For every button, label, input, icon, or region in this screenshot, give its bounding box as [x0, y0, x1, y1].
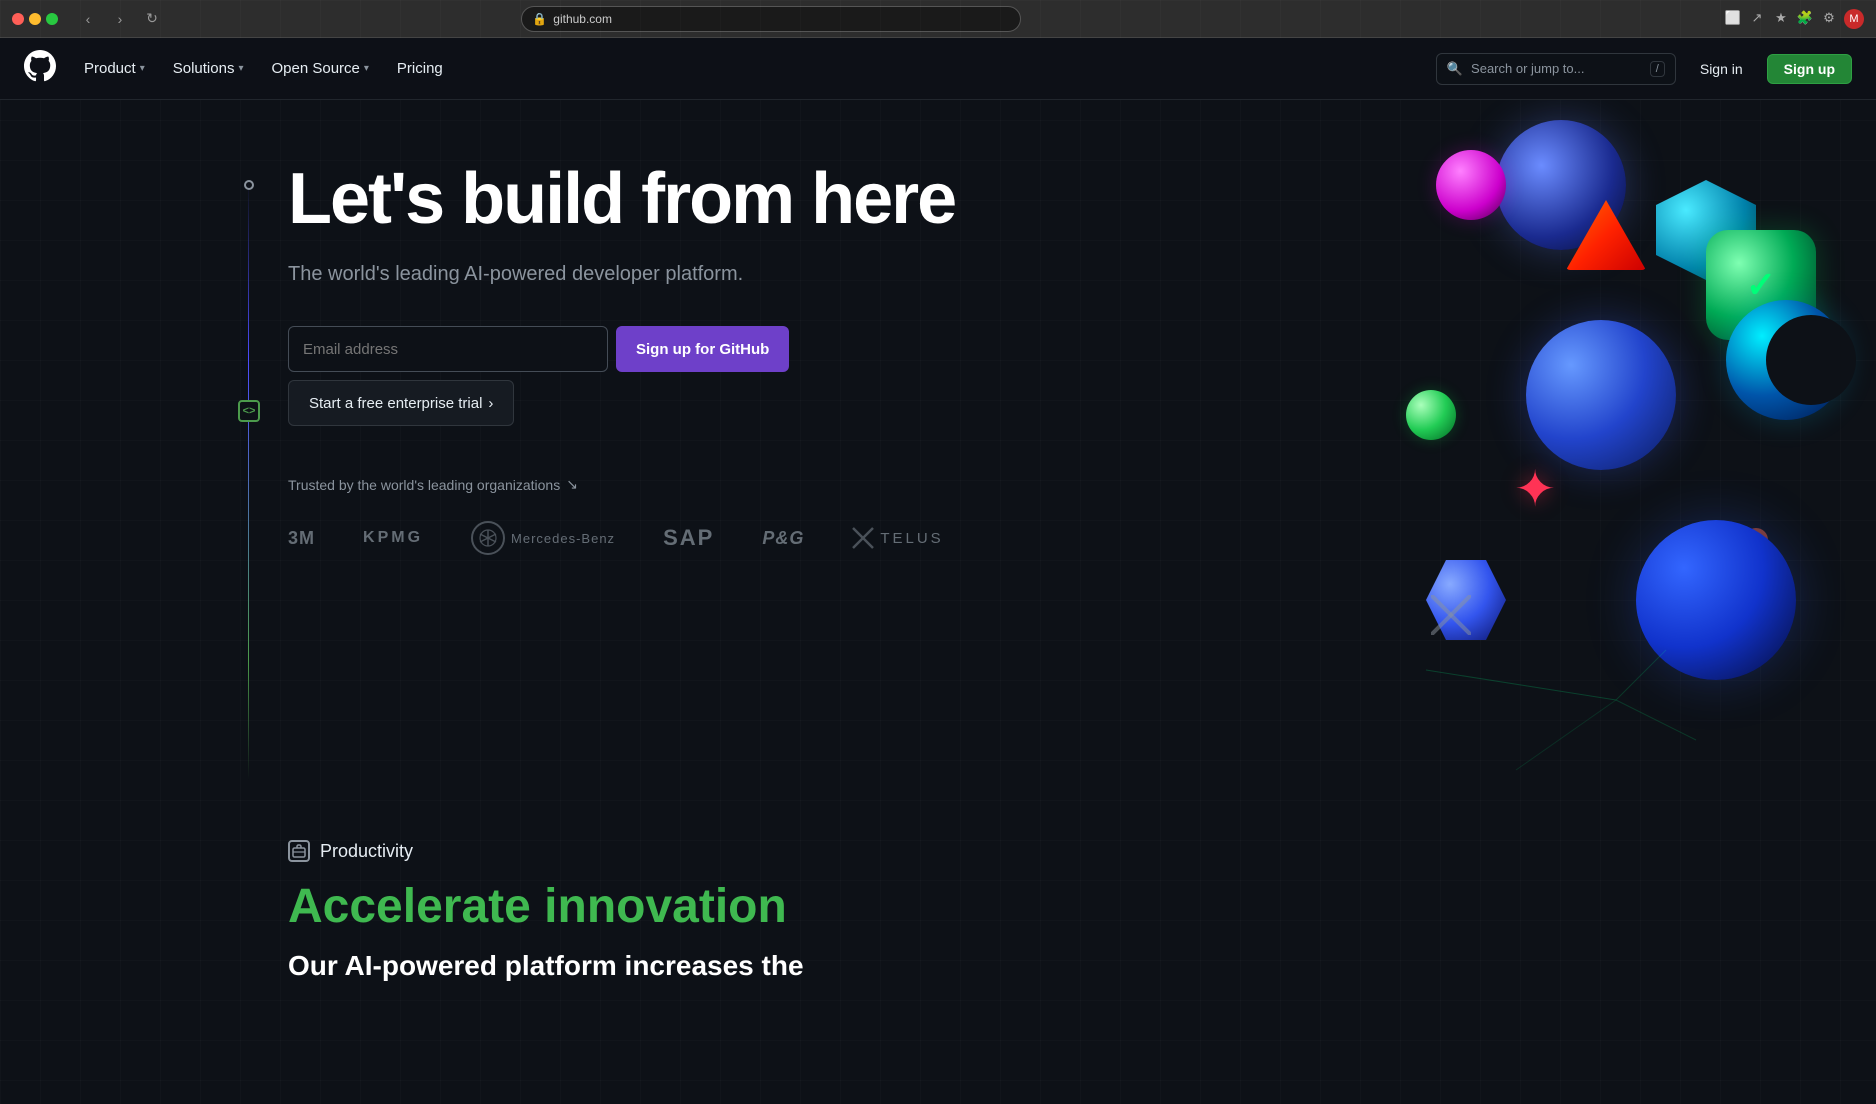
settings-icon[interactable]: ⚙	[1820, 9, 1838, 27]
productivity-subtext: Our AI-powered platform increases the	[288, 948, 1836, 984]
browser-window-controls	[12, 13, 58, 25]
browser-url: github.com	[553, 12, 612, 26]
vertical-timeline: <>	[248, 180, 250, 780]
search-bar[interactable]: 🔍 Search or jump to... /	[1436, 53, 1676, 85]
logo-3m: 3M	[288, 528, 315, 549]
trusted-arrow-icon: ↘	[566, 476, 578, 493]
enterprise-trial-button[interactable]: Start a free enterprise trial ›	[288, 380, 514, 426]
enterprise-arrow-icon: ›	[488, 395, 493, 412]
trusted-text: Trusted by the world's leading organizat…	[288, 477, 560, 493]
cast-icon[interactable]: ⬜	[1724, 9, 1742, 27]
hero-signup-form: Sign up for GitHub Start a free enterpri…	[288, 326, 1018, 426]
profile-icon[interactable]: M	[1844, 9, 1864, 29]
signin-button[interactable]: Sign in	[1688, 55, 1755, 83]
enterprise-btn-label: Start a free enterprise trial	[309, 395, 482, 412]
navbar-right: 🔍 Search or jump to... / Sign in Sign up	[1436, 53, 1852, 85]
signup-button[interactable]: Sign up	[1767, 54, 1852, 84]
nav-solutions-label: Solutions	[173, 60, 235, 77]
logo-mercedes: Mercedes-Benz	[471, 521, 615, 555]
productivity-heading: Accelerate innovation	[288, 878, 1836, 936]
trusted-logos: 3M KPMG Mercedes-Benz SAP P&G	[288, 521, 1018, 555]
timeline-dot	[244, 180, 254, 190]
browser-nav-buttons: ‹ › ↻	[74, 7, 166, 31]
search-shortcut: /	[1650, 61, 1665, 77]
close-window-button[interactable]	[12, 13, 24, 25]
productivity-label-text: Productivity	[320, 841, 413, 862]
nav-solutions-chevron: ▾	[238, 63, 243, 74]
logo-sap: SAP	[663, 525, 714, 551]
mercedes-star-icon	[471, 521, 505, 555]
browser-toolbar-right: ⬜ ↗ ★ 🧩 ⚙ M	[1724, 9, 1864, 29]
nav-opensource-label: Open Source	[271, 60, 359, 77]
browser-chrome: ‹ › ↻ 🔒 github.com ⬜ ↗ ★ 🧩 ⚙ M	[0, 0, 1876, 38]
github-navbar: Product ▾ Solutions ▾ Open Source ▾ Pric…	[0, 38, 1876, 100]
email-input[interactable]	[288, 326, 608, 372]
hero-section: <> ✓ ✦	[0, 100, 1876, 780]
mercedes-text: Mercedes-Benz	[511, 531, 615, 546]
nav-product-chevron: ▾	[140, 63, 145, 74]
share-icon[interactable]: ↗	[1748, 9, 1766, 27]
hero-title: Let's build from here	[288, 160, 1018, 239]
nav-item-pricing[interactable]: Pricing	[385, 54, 455, 83]
browser-forward-button[interactable]: ›	[106, 7, 134, 31]
productivity-label-row: Productivity	[288, 840, 1836, 862]
trusted-label: Trusted by the world's leading organizat…	[288, 476, 1018, 493]
hero-content: Let's build from here The world's leadin…	[288, 160, 1018, 555]
logo-kpmg: KPMG	[363, 529, 423, 547]
logo-telus: TELUS	[852, 527, 943, 549]
code-icon: <>	[238, 400, 260, 422]
github-signup-button[interactable]: Sign up for GitHub	[616, 326, 789, 372]
nav-pricing-label: Pricing	[397, 60, 443, 77]
navbar-nav-links: Product ▾ Solutions ▾ Open Source ▾ Pric…	[72, 54, 1436, 83]
search-placeholder: Search or jump to...	[1471, 61, 1642, 76]
extension-icon[interactable]: 🧩	[1796, 9, 1814, 27]
browser-back-button[interactable]: ‹	[74, 7, 102, 31]
nav-item-solutions[interactable]: Solutions ▾	[161, 54, 256, 83]
nav-item-product[interactable]: Product ▾	[72, 54, 157, 83]
logo-pg: P&G	[762, 528, 804, 549]
hero-decoratives: ✓ ✦	[1176, 100, 1876, 780]
telus-text: TELUS	[880, 530, 943, 547]
maximize-window-button[interactable]	[46, 13, 58, 25]
browser-address-bar[interactable]: 🔒 github.com	[521, 6, 1021, 32]
nav-product-label: Product	[84, 60, 136, 77]
nav-item-open-source[interactable]: Open Source ▾	[259, 54, 380, 83]
hero-subtitle: The world's leading AI-powered developer…	[288, 263, 1018, 286]
search-icon: 🔍	[1447, 61, 1463, 77]
nav-opensource-chevron: ▾	[364, 63, 369, 74]
briefcase-icon	[288, 840, 310, 862]
minimize-window-button[interactable]	[29, 13, 41, 25]
trusted-section: Trusted by the world's leading organizat…	[288, 476, 1018, 555]
productivity-section: Productivity Accelerate innovation Our A…	[248, 780, 1876, 1024]
bookmark-icon[interactable]: ★	[1772, 9, 1790, 27]
timeline-line	[248, 180, 249, 780]
github-logo[interactable]	[24, 50, 56, 87]
browser-refresh-button[interactable]: ↻	[138, 7, 166, 31]
